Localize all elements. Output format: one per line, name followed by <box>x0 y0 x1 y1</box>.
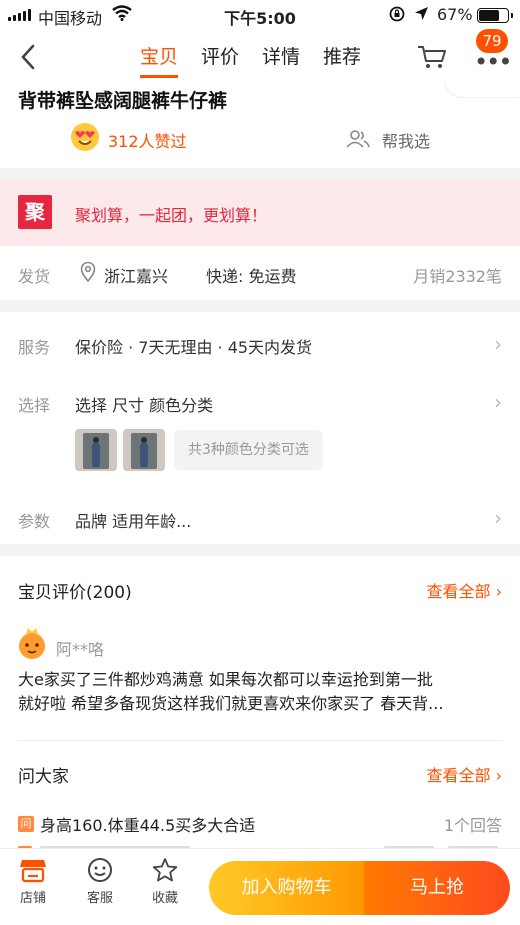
chevron-right-icon: › <box>494 506 502 530</box>
battery-icon <box>477 8 513 23</box>
reviews-title: 宝贝评价(200) <box>18 583 132 603</box>
review-text[interactable]: 大e家买了三件都炒鸡满意 如果每次都可以幸运抢到第一批 就好啦 希望多备现货这样… <box>18 668 508 716</box>
smiley-service-icon <box>88 858 112 882</box>
review-line: 大e家买了三件都炒鸡满意 如果每次都可以幸运抢到第一批 <box>18 670 433 689</box>
back-chevron-icon[interactable] <box>20 44 36 70</box>
service-label: 客服 <box>86 891 113 906</box>
reviews-see-all-link[interactable]: 查看全部 › <box>427 578 503 602</box>
floating-pill <box>444 82 520 98</box>
select-label: 选择 <box>18 396 51 415</box>
location-arrow-icon <box>415 7 428 20</box>
qa-see-all-link[interactable]: 查看全部 › <box>427 762 503 786</box>
message-count-badge: 79 <box>476 29 508 53</box>
select-value: 选择 尺寸 颜色分类 <box>75 396 214 415</box>
shop-icon <box>20 860 46 883</box>
ship-from-location: 浙江嘉兴 <box>104 267 169 286</box>
reviewer-name: 阿**咯 <box>56 640 105 659</box>
express-fee: 快递: 免运费 <box>206 267 297 286</box>
params-value: 品牌 适用年龄... <box>75 512 192 531</box>
chevron-right-icon: › <box>494 390 502 414</box>
cart-icon[interactable] <box>417 44 447 70</box>
tab-bar: 宝贝 评价 详情 推荐 <box>140 42 384 78</box>
like-count: 312人赞过 <box>108 132 187 151</box>
shop-button[interactable]: 店铺 <box>8 857 58 906</box>
color-count-chip[interactable]: 共3种颜色分类可选 <box>174 430 323 470</box>
add-to-cart-button[interactable]: 加入购物车 <box>209 861 364 915</box>
buy-now-button[interactable]: 马上抢 <box>364 861 510 915</box>
rotation-lock-icon <box>389 6 405 22</box>
battery-percent: 67% <box>437 5 473 24</box>
color-thumbnail[interactable] <box>123 429 165 471</box>
favorite-button[interactable]: 收藏 <box>140 857 190 906</box>
heart-eyes-emoji-icon <box>71 123 99 151</box>
qa-title: 问大家 <box>18 767 69 787</box>
favorite-label: 收藏 <box>151 891 178 906</box>
product-title: 背带裤坠感阔腿裤牛仔裤 <box>18 90 228 112</box>
tab-details[interactable]: 详情 <box>262 42 300 78</box>
tab-item[interactable]: 宝贝 <box>140 42 179 78</box>
chevron-right-icon: › <box>494 332 502 356</box>
service-label: 服务 <box>18 338 51 357</box>
reviews-section: 宝贝评价(200) 查看全部 › 阿**咯 大e家买了三件都炒鸡满意 如果每次都… <box>0 556 520 742</box>
people-icon <box>346 130 370 148</box>
customer-service-button[interactable]: 客服 <box>75 857 125 906</box>
promo-text: 聚划算，一起团，更划算！ <box>75 206 268 225</box>
juhuasuan-logo: 聚 <box>18 195 52 229</box>
star-icon <box>152 858 178 882</box>
tab-reviews[interactable]: 评价 <box>201 42 239 78</box>
monthly-sales: 月销2332笔 <box>413 267 502 286</box>
user-avatar <box>19 628 45 659</box>
question-text[interactable]: 身高160.体重44.5买多大合适 <box>40 812 255 836</box>
tab-recommend[interactable]: 推荐 <box>323 42 361 78</box>
params-label: 参数 <box>18 512 51 531</box>
see-all-label: 查看全部 <box>426 766 491 785</box>
shipping-row: 发货 浙江嘉兴 快递: 免运费 月销2332笔 <box>0 246 520 300</box>
shop-label: 店铺 <box>19 891 46 906</box>
options-card: 服务 保价险 · 7天无理由 · 45天内发货 › 选择 选择 尺寸 颜色分类 … <box>0 312 520 544</box>
answer-count: 1个回答 <box>443 816 502 835</box>
review-line: 就好啦 希望多备现货这样我们就更喜欢来你家买了 春天背... <box>18 694 444 713</box>
product-title-card: 背带裤坠感阔腿裤牛仔裤 312人赞过 帮我选 <box>0 82 520 168</box>
question-icon: 问 <box>18 816 34 832</box>
service-value: 保价险 · 7天无理由 · 45天内发货 <box>75 338 313 357</box>
status-bar: 中国移动 下午5:00 67% <box>0 0 520 30</box>
more-dots-icon[interactable]: ••• <box>474 50 512 74</box>
top-nav: 宝贝 评价 详情 推荐 ••• 79 <box>0 29 520 82</box>
bottom-action-bar: 店铺 客服 收藏 加入购物车 马上抢 <box>0 848 520 925</box>
see-all-label: 查看全部 <box>426 582 491 601</box>
divider <box>18 740 502 741</box>
location-pin-icon <box>80 262 96 282</box>
help-me-choose-button[interactable]: 帮我选 <box>382 128 430 152</box>
juhuasuan-banner[interactable]: 聚 聚划算，一起团，更划算！ <box>0 180 520 246</box>
color-thumbnail[interactable] <box>75 429 117 471</box>
shipping-label: 发货 <box>18 267 51 286</box>
